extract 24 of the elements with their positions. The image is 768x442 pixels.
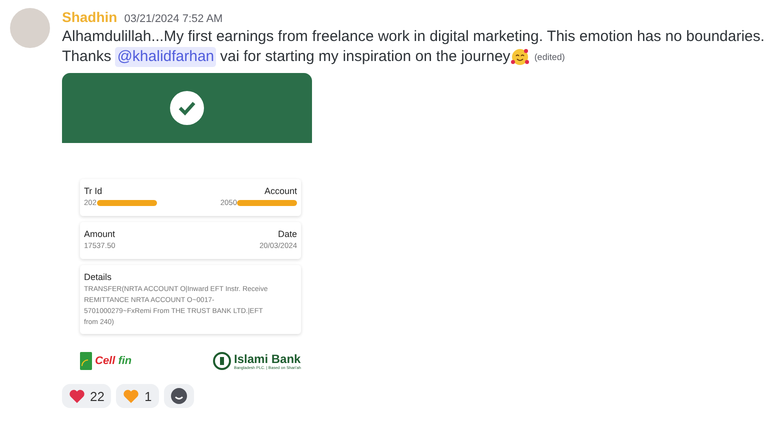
- message-text: Thanks: [62, 47, 112, 67]
- field-label: Amount: [84, 229, 116, 239]
- reaction-button[interactable]: 22: [62, 384, 112, 408]
- logo-text: fin: [118, 355, 132, 367]
- add-reaction-button[interactable]: [164, 384, 194, 408]
- bank-emblem-icon: [213, 352, 232, 370]
- field-label: Tr Id: [84, 186, 102, 196]
- logo-text: Islami Bank: [234, 352, 301, 364]
- check-circle-icon: [170, 91, 204, 125]
- redaction-mark: [96, 200, 157, 206]
- cellfin-logo-icon: [80, 352, 92, 370]
- timestamp: 03/21/2024 7:52 AM: [124, 13, 223, 25]
- smiling-face-hearts-icon: [510, 47, 530, 67]
- smiley-icon: [170, 388, 187, 404]
- field-label: Date: [278, 229, 297, 239]
- message-text: vai for starting my inspiration on the journey: [220, 47, 510, 67]
- redaction-mark: [237, 200, 297, 206]
- logo-text: Cell: [95, 355, 116, 367]
- reaction-button[interactable]: 1: [116, 384, 159, 408]
- field-label: Details: [84, 272, 112, 282]
- field-label: Account: [264, 186, 297, 196]
- user-mention[interactable]: @khalidfarhan: [115, 47, 216, 67]
- message-text: Alhamdulillah...My first earnings from freelance work in digital marketing. This emotion has no boundaries.: [62, 27, 765, 47]
- edited-label: (edited): [534, 51, 565, 64]
